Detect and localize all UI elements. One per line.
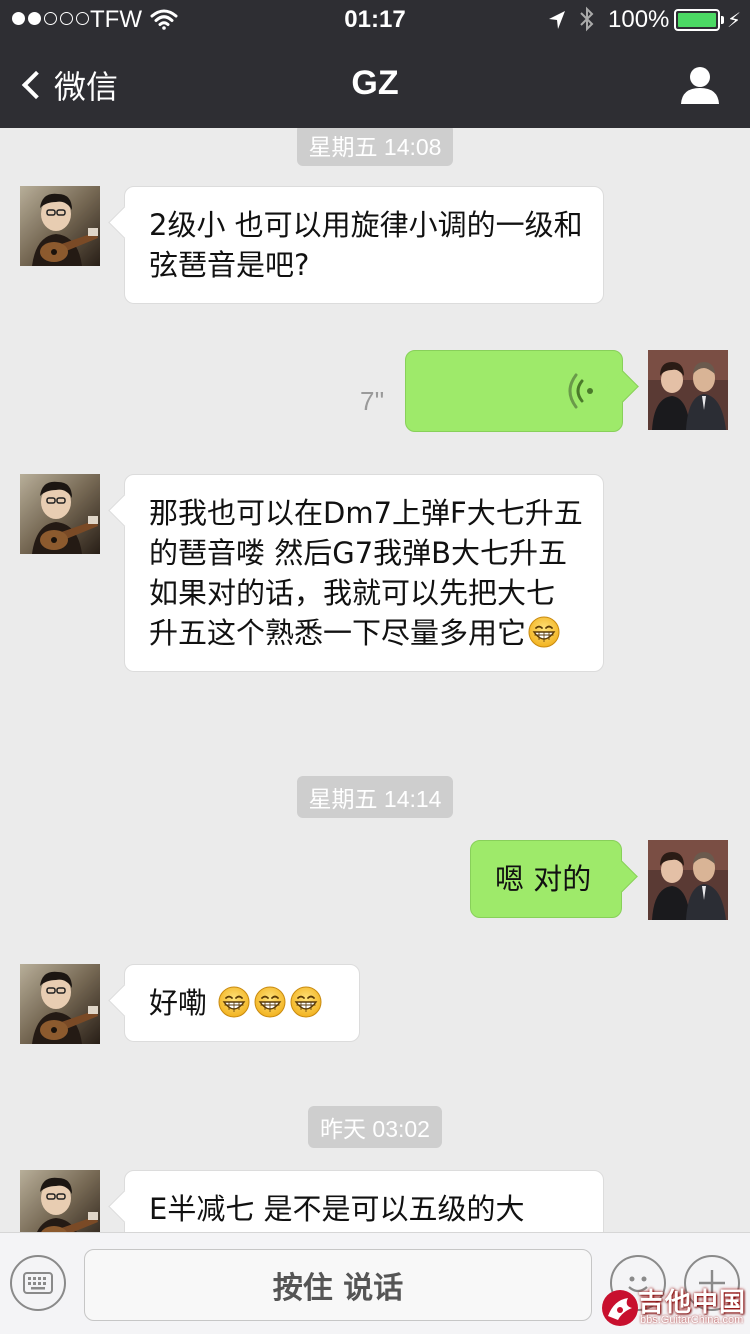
voice-wave-icon [568,373,593,409]
message-text: E半减七 是不是可以五级的大 [149,1192,525,1226]
contact-avatar[interactable] [20,474,100,554]
grin-emoji [218,986,250,1018]
bluetooth-icon [580,6,594,32]
guitar-logo-icon [602,1290,638,1326]
battery-icon [674,9,724,31]
hold-to-talk-button[interactable]: 按住 说话 [84,1249,592,1321]
top-bar: TFW 01:17 100% ⚡ 微信 GZ [0,0,750,128]
status-bar: TFW 01:17 100% ⚡ [0,6,750,36]
contact-avatar[interactable] [20,186,100,266]
message-text: 2级小 也可以用旋律小调的一级和弦琶音是吧? [149,208,583,282]
incoming-message[interactable]: 2级小 也可以用旋律小调的一级和弦琶音是吧? [124,186,604,304]
outgoing-voice-message[interactable] [405,350,623,432]
incoming-message[interactable]: E半减七 是不是可以五级的大 [124,1170,604,1232]
incoming-message[interactable]: 好嘞 [124,964,360,1042]
contact-avatar[interactable] [20,1170,100,1232]
grin-emoji [290,986,322,1018]
grin-emoji [528,616,560,648]
watermark: 吉他中国 bbs.GuitarChina.com [598,1282,750,1334]
my-avatar[interactable] [648,350,728,430]
timestamp: 昨天 03:02 [0,1106,750,1148]
my-avatar[interactable] [648,840,728,920]
grin-emoji [254,986,286,1018]
chat-area[interactable]: 星期五 14:08 2级小 也可以用旋律小调的一级和弦琶音是吧? 7'' 那我也… [0,128,750,1232]
person-icon[interactable] [680,66,720,104]
message-text: 那我也可以在Dm7上弹F大七升五的琶音喽 然后G7我弹B大七升五 如果对的话，我… [149,496,583,650]
keyboard-icon [23,1272,53,1294]
charging-bolt-icon: ⚡ [727,8,742,32]
incoming-message[interactable]: 那我也可以在Dm7上弹F大七升五的琶音喽 然后G7我弹B大七升五 如果对的话，我… [124,474,604,672]
message-text: 嗯 对的 [495,862,592,896]
message-text: 好嘞 [149,986,217,1020]
voice-duration: 7'' [360,386,385,416]
location-arrow-icon [549,11,565,29]
watermark-url: bbs.GuitarChina.com [640,1314,744,1326]
outgoing-message[interactable]: 嗯 对的 [470,840,622,918]
timestamp: 星期五 14:08 [0,128,750,166]
chat-title: GZ [351,64,399,102]
battery-percent: 100% [608,6,670,33]
contact-avatar[interactable] [20,964,100,1044]
timestamp: 星期五 14:14 [0,776,750,818]
keyboard-toggle-button[interactable] [10,1255,66,1311]
